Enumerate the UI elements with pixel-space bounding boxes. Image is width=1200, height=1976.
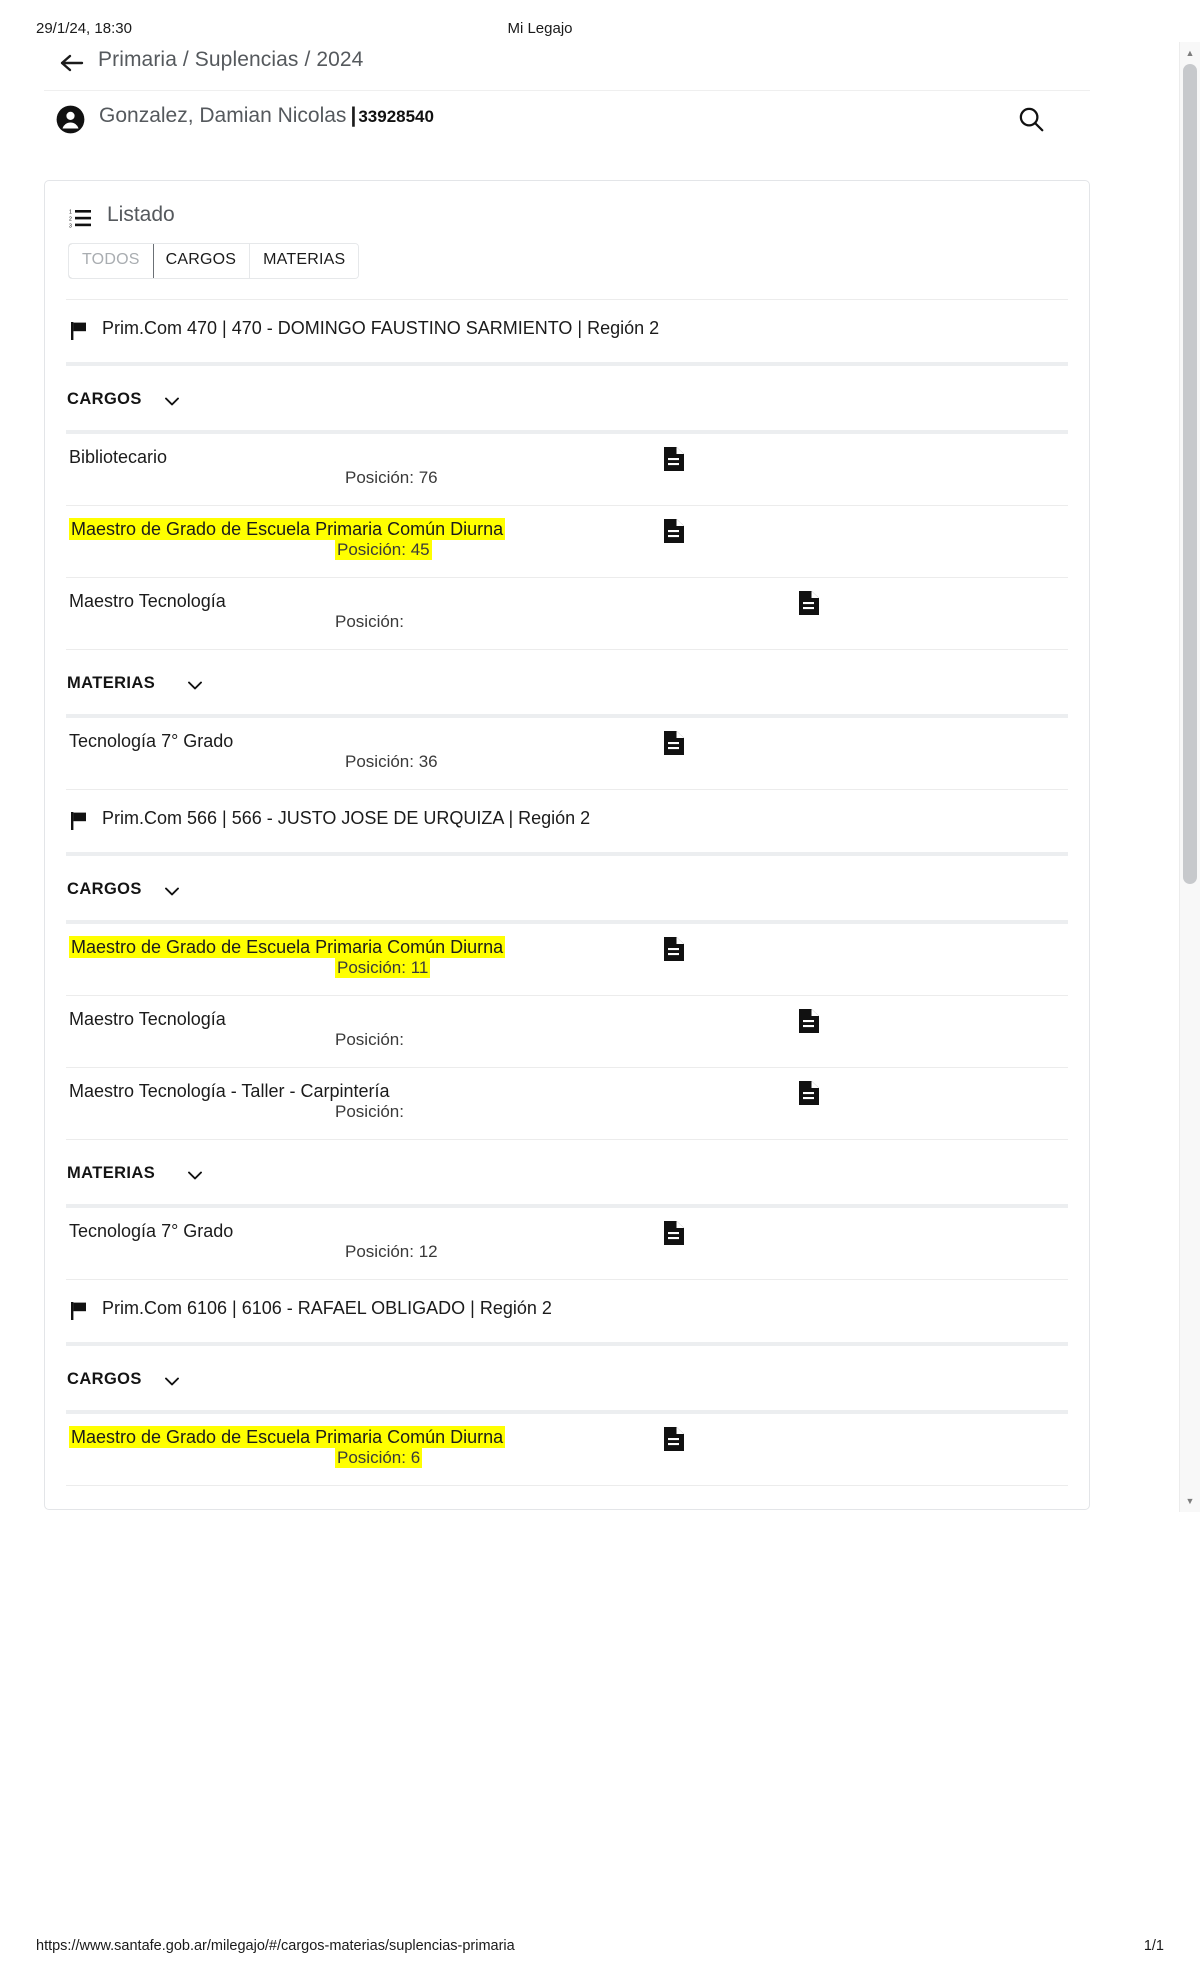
- group-label: CARGOS: [67, 1370, 142, 1388]
- school-row[interactable]: Prim.Com 566 | 566 - JUSTO JOSE DE URQUI…: [45, 790, 1089, 852]
- document-icon[interactable]: [798, 1008, 820, 1034]
- print-page-number: 1/1: [1143, 1938, 1164, 1954]
- user-fullname: Gonzalez, Damian Nicolas: [99, 104, 347, 127]
- item-position: Posición: 45: [335, 539, 432, 560]
- item-position: Posición:: [335, 1102, 404, 1121]
- svg-text:1: 1: [69, 210, 72, 216]
- breadcrumb-bar: Primaria / Suplencias / 2024: [0, 42, 1090, 90]
- item-name: Maestro Tecnología: [69, 1009, 226, 1029]
- tab-todos[interactable]: TODOS: [69, 243, 154, 278]
- item-name: Tecnología 7° Grado: [69, 731, 234, 751]
- user-separator: |: [350, 104, 357, 127]
- document-icon[interactable]: [798, 590, 820, 616]
- item-name: Tecnología 7° Grado: [69, 1221, 234, 1241]
- item-position: Posición: 36: [345, 752, 438, 771]
- flag-icon: [71, 1302, 88, 1320]
- scroll-up-icon[interactable]: ▲: [1180, 44, 1200, 62]
- document-icon[interactable]: [798, 1080, 820, 1106]
- print-doc-title: Mi Legajo: [507, 20, 573, 37]
- listado-card: 1 2 3 Listado TODOS CARGOS MATERIAS Prim…: [44, 180, 1090, 1510]
- item-divider: [66, 1485, 1068, 1486]
- document-icon[interactable]: [663, 518, 685, 544]
- group-label: CARGOS: [67, 880, 142, 898]
- flag-icon: [71, 322, 88, 340]
- group-header-materias[interactable]: MATERIAS: [45, 1140, 1089, 1204]
- chevron-down-icon[interactable]: [188, 1167, 202, 1180]
- item-name: Maestro de Grado de Escuela Primaria Com…: [69, 518, 506, 540]
- group-label: CARGOS: [67, 390, 142, 408]
- school-row[interactable]: Prim.Com 470 | 470 - DOMINGO FAUSTINO SA…: [45, 300, 1089, 362]
- list-item[interactable]: Maestro de Grado de Escuela Primaria Com…: [45, 924, 1089, 995]
- vertical-scrollbar[interactable]: ▲ ▼: [1179, 42, 1200, 1512]
- item-name: Maestro de Grado de Escuela Primaria Com…: [69, 1426, 506, 1448]
- group-header-materias[interactable]: MATERIAS: [45, 650, 1089, 714]
- print-footer: https://www.santafe.gob.ar/milegajo/#/ca…: [0, 1938, 1200, 1958]
- card-header: 1 2 3 Listado TODOS CARGOS MATERIAS: [45, 181, 1089, 299]
- list-item[interactable]: Tecnología 7° Grado Posición: 36: [45, 718, 1089, 789]
- list-item[interactable]: Tecnología 7° Grado Posición: 12: [45, 1208, 1089, 1279]
- svg-text:3: 3: [69, 224, 72, 229]
- list-item[interactable]: Maestro de Grado de Escuela Primaria Com…: [45, 1414, 1089, 1485]
- item-name: Maestro de Grado de Escuela Primaria Com…: [69, 936, 506, 958]
- group-header-cargos[interactable]: CARGOS: [45, 1346, 1089, 1410]
- print-header: 29/1/24, 18:30 Mi Legajo: [0, 20, 1200, 42]
- scrollbar-thumb[interactable]: [1183, 64, 1197, 884]
- item-name: Bibliotecario: [69, 447, 168, 467]
- item-position: Posición:: [335, 612, 404, 631]
- item-position: Posición: 12: [345, 1242, 438, 1261]
- list-numbered-icon: 1 2 3: [69, 208, 91, 230]
- document-icon[interactable]: [663, 1426, 685, 1452]
- document-icon[interactable]: [663, 730, 685, 756]
- group-label: MATERIAS: [67, 674, 156, 692]
- list-item[interactable]: Maestro Tecnología Posición:: [45, 578, 1089, 649]
- user-document: 33928540: [358, 107, 434, 126]
- account-circle-icon: [56, 105, 85, 134]
- card-title: Listado: [107, 203, 175, 226]
- list-item[interactable]: Bibliotecario Posición: 76: [45, 434, 1089, 505]
- svg-text:2: 2: [69, 217, 72, 223]
- document-icon[interactable]: [663, 936, 685, 962]
- print-url: https://www.santafe.gob.ar/milegajo/#/ca…: [36, 1938, 515, 1954]
- user-name: Gonzalez, Damian Nicolas | 33928540: [99, 104, 434, 128]
- item-position: Posición: 11: [335, 957, 431, 978]
- chevron-down-icon[interactable]: [165, 883, 179, 896]
- list-item[interactable]: Maestro Tecnología - Taller - Carpinterí…: [45, 1068, 1089, 1139]
- item-position: Posición: 6: [335, 1447, 423, 1468]
- chevron-down-icon[interactable]: [165, 1373, 179, 1386]
- breadcrumb[interactable]: Primaria / Suplencias / 2024: [98, 48, 363, 72]
- item-position: Posición: 76: [345, 468, 438, 487]
- chevron-down-icon[interactable]: [165, 393, 179, 406]
- document-icon[interactable]: [663, 1220, 685, 1246]
- list-item[interactable]: Maestro Tecnología Posición:: [45, 996, 1089, 1067]
- header-divider: [44, 90, 1090, 91]
- group-header-cargos[interactable]: CARGOS: [45, 366, 1089, 430]
- scroll-down-icon[interactable]: ▼: [1180, 1492, 1200, 1510]
- tab-cargos[interactable]: CARGOS: [152, 244, 251, 278]
- tab-materias[interactable]: MATERIAS: [250, 244, 359, 278]
- search-icon[interactable]: [1016, 104, 1046, 134]
- school-row[interactable]: Prim.Com 6106 | 6106 - RAFAEL OBLIGADO |…: [45, 1280, 1089, 1342]
- school-name: Prim.Com 566 | 566 - JUSTO JOSE DE URQUI…: [102, 808, 591, 828]
- flag-icon: [71, 812, 88, 830]
- item-position: Posición:: [335, 1030, 404, 1049]
- school-name: Prim.Com 470 | 470 - DOMINGO FAUSTINO SA…: [102, 318, 660, 338]
- list-item[interactable]: Maestro de Grado de Escuela Primaria Com…: [45, 506, 1089, 577]
- school-name: Prim.Com 6106 | 6106 - RAFAEL OBLIGADO |…: [102, 1298, 552, 1318]
- filter-tabs: TODOS CARGOS MATERIAS: [68, 243, 360, 279]
- item-name: Maestro Tecnología - Taller - Carpinterí…: [69, 1081, 390, 1101]
- page-viewport: Primaria / Suplencias / 2024 Gonzalez, D…: [0, 42, 1200, 1512]
- arrow-left-icon[interactable]: [58, 50, 84, 76]
- group-label: MATERIAS: [67, 1164, 156, 1182]
- user-header: Gonzalez, Damian Nicolas | 33928540: [0, 97, 1090, 153]
- group-header-cargos[interactable]: CARGOS: [45, 856, 1089, 920]
- chevron-down-icon[interactable]: [188, 677, 202, 690]
- item-name: Maestro Tecnología: [69, 591, 226, 611]
- document-icon[interactable]: [663, 446, 685, 472]
